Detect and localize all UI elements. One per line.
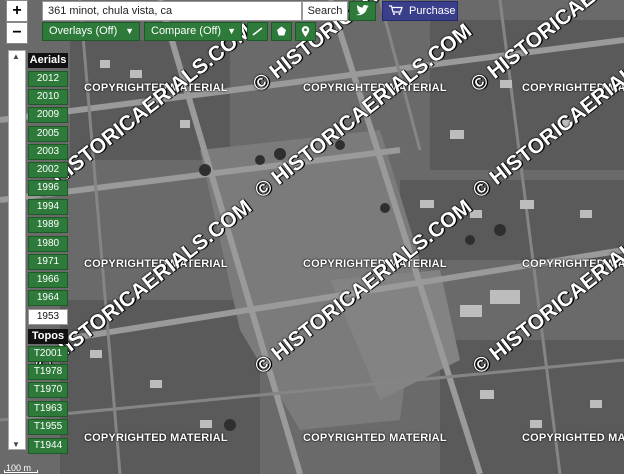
twitter-button[interactable] [349, 1, 376, 21]
topo-year-button-t1970[interactable]: T1970 [28, 382, 68, 398]
aerials-header: Aerials [28, 53, 68, 68]
aerial-year-button-1953[interactable]: 1953 [28, 309, 68, 325]
aerial-year-button-1994[interactable]: 1994 [28, 199, 68, 215]
zoom-out-button[interactable]: − [6, 22, 28, 44]
slider-up-arrow-icon[interactable]: ▲ [12, 52, 20, 61]
topos-header: Topos [28, 329, 68, 344]
line-tool-icon [252, 27, 263, 36]
aerial-year-button-2002[interactable]: 2002 [28, 162, 68, 178]
polygon-tool-button[interactable] [271, 22, 292, 41]
aerial-year-button-2003[interactable]: 2003 [28, 144, 68, 160]
overlays-dropdown[interactable]: Overlays (Off) ▼ [42, 22, 140, 41]
cart-icon [389, 5, 403, 15]
polygon-tool-icon [277, 26, 286, 36]
topo-year-button-t1944[interactable]: T1944 [28, 438, 68, 454]
aerial-year-button-2005[interactable]: 2005 [28, 126, 68, 142]
twitter-bird-icon [356, 5, 369, 16]
scale-bar [4, 470, 38, 473]
zoom-in-button[interactable]: + [6, 0, 28, 22]
marker-tool-button[interactable] [295, 22, 316, 41]
aerial-year-button-1964[interactable]: 1964 [28, 290, 68, 306]
aerial-year-button-1971[interactable]: 1971 [28, 254, 68, 270]
address-search-input[interactable] [42, 1, 302, 21]
aerial-map[interactable]: COPYRIGHTED MATERIAL COPYRIGHTED MATERIA… [0, 0, 624, 474]
aerial-year-button-1996[interactable]: 1996 [28, 180, 68, 196]
aerial-imagery [0, 0, 624, 474]
aerial-year-button-2009[interactable]: 2009 [28, 107, 68, 123]
topo-year-button-t2001[interactable]: T2001 [28, 346, 68, 362]
topo-year-button-t1955[interactable]: T1955 [28, 419, 68, 435]
compare-label: Compare (Off) [151, 25, 222, 37]
aerial-year-button-1989[interactable]: 1989 [28, 217, 68, 233]
caret-down-icon: ▼ [227, 26, 236, 36]
aerial-year-button-1966[interactable]: 1966 [28, 272, 68, 288]
purchase-label: Purchase [409, 5, 456, 17]
zoom-slider[interactable] [8, 50, 26, 450]
marker-tool-icon [301, 26, 310, 37]
aerial-year-button-1980[interactable]: 1980 [28, 236, 68, 252]
compare-dropdown[interactable]: Compare (Off) ▼ [144, 22, 242, 41]
purchase-button[interactable]: Purchase [382, 1, 458, 21]
search-button[interactable]: Search [302, 1, 348, 21]
topo-year-button-t1963[interactable]: T1963 [28, 401, 68, 417]
aerial-year-button-2012[interactable]: 2012 [28, 71, 68, 87]
slider-down-arrow-icon[interactable]: ▼ [12, 440, 20, 449]
topo-year-button-t1978[interactable]: T1978 [28, 364, 68, 380]
aerial-year-button-2010[interactable]: 2010 [28, 89, 68, 105]
line-tool-button[interactable] [247, 22, 268, 41]
caret-down-icon: ▼ [125, 26, 134, 36]
overlays-label: Overlays (Off) [49, 25, 118, 37]
